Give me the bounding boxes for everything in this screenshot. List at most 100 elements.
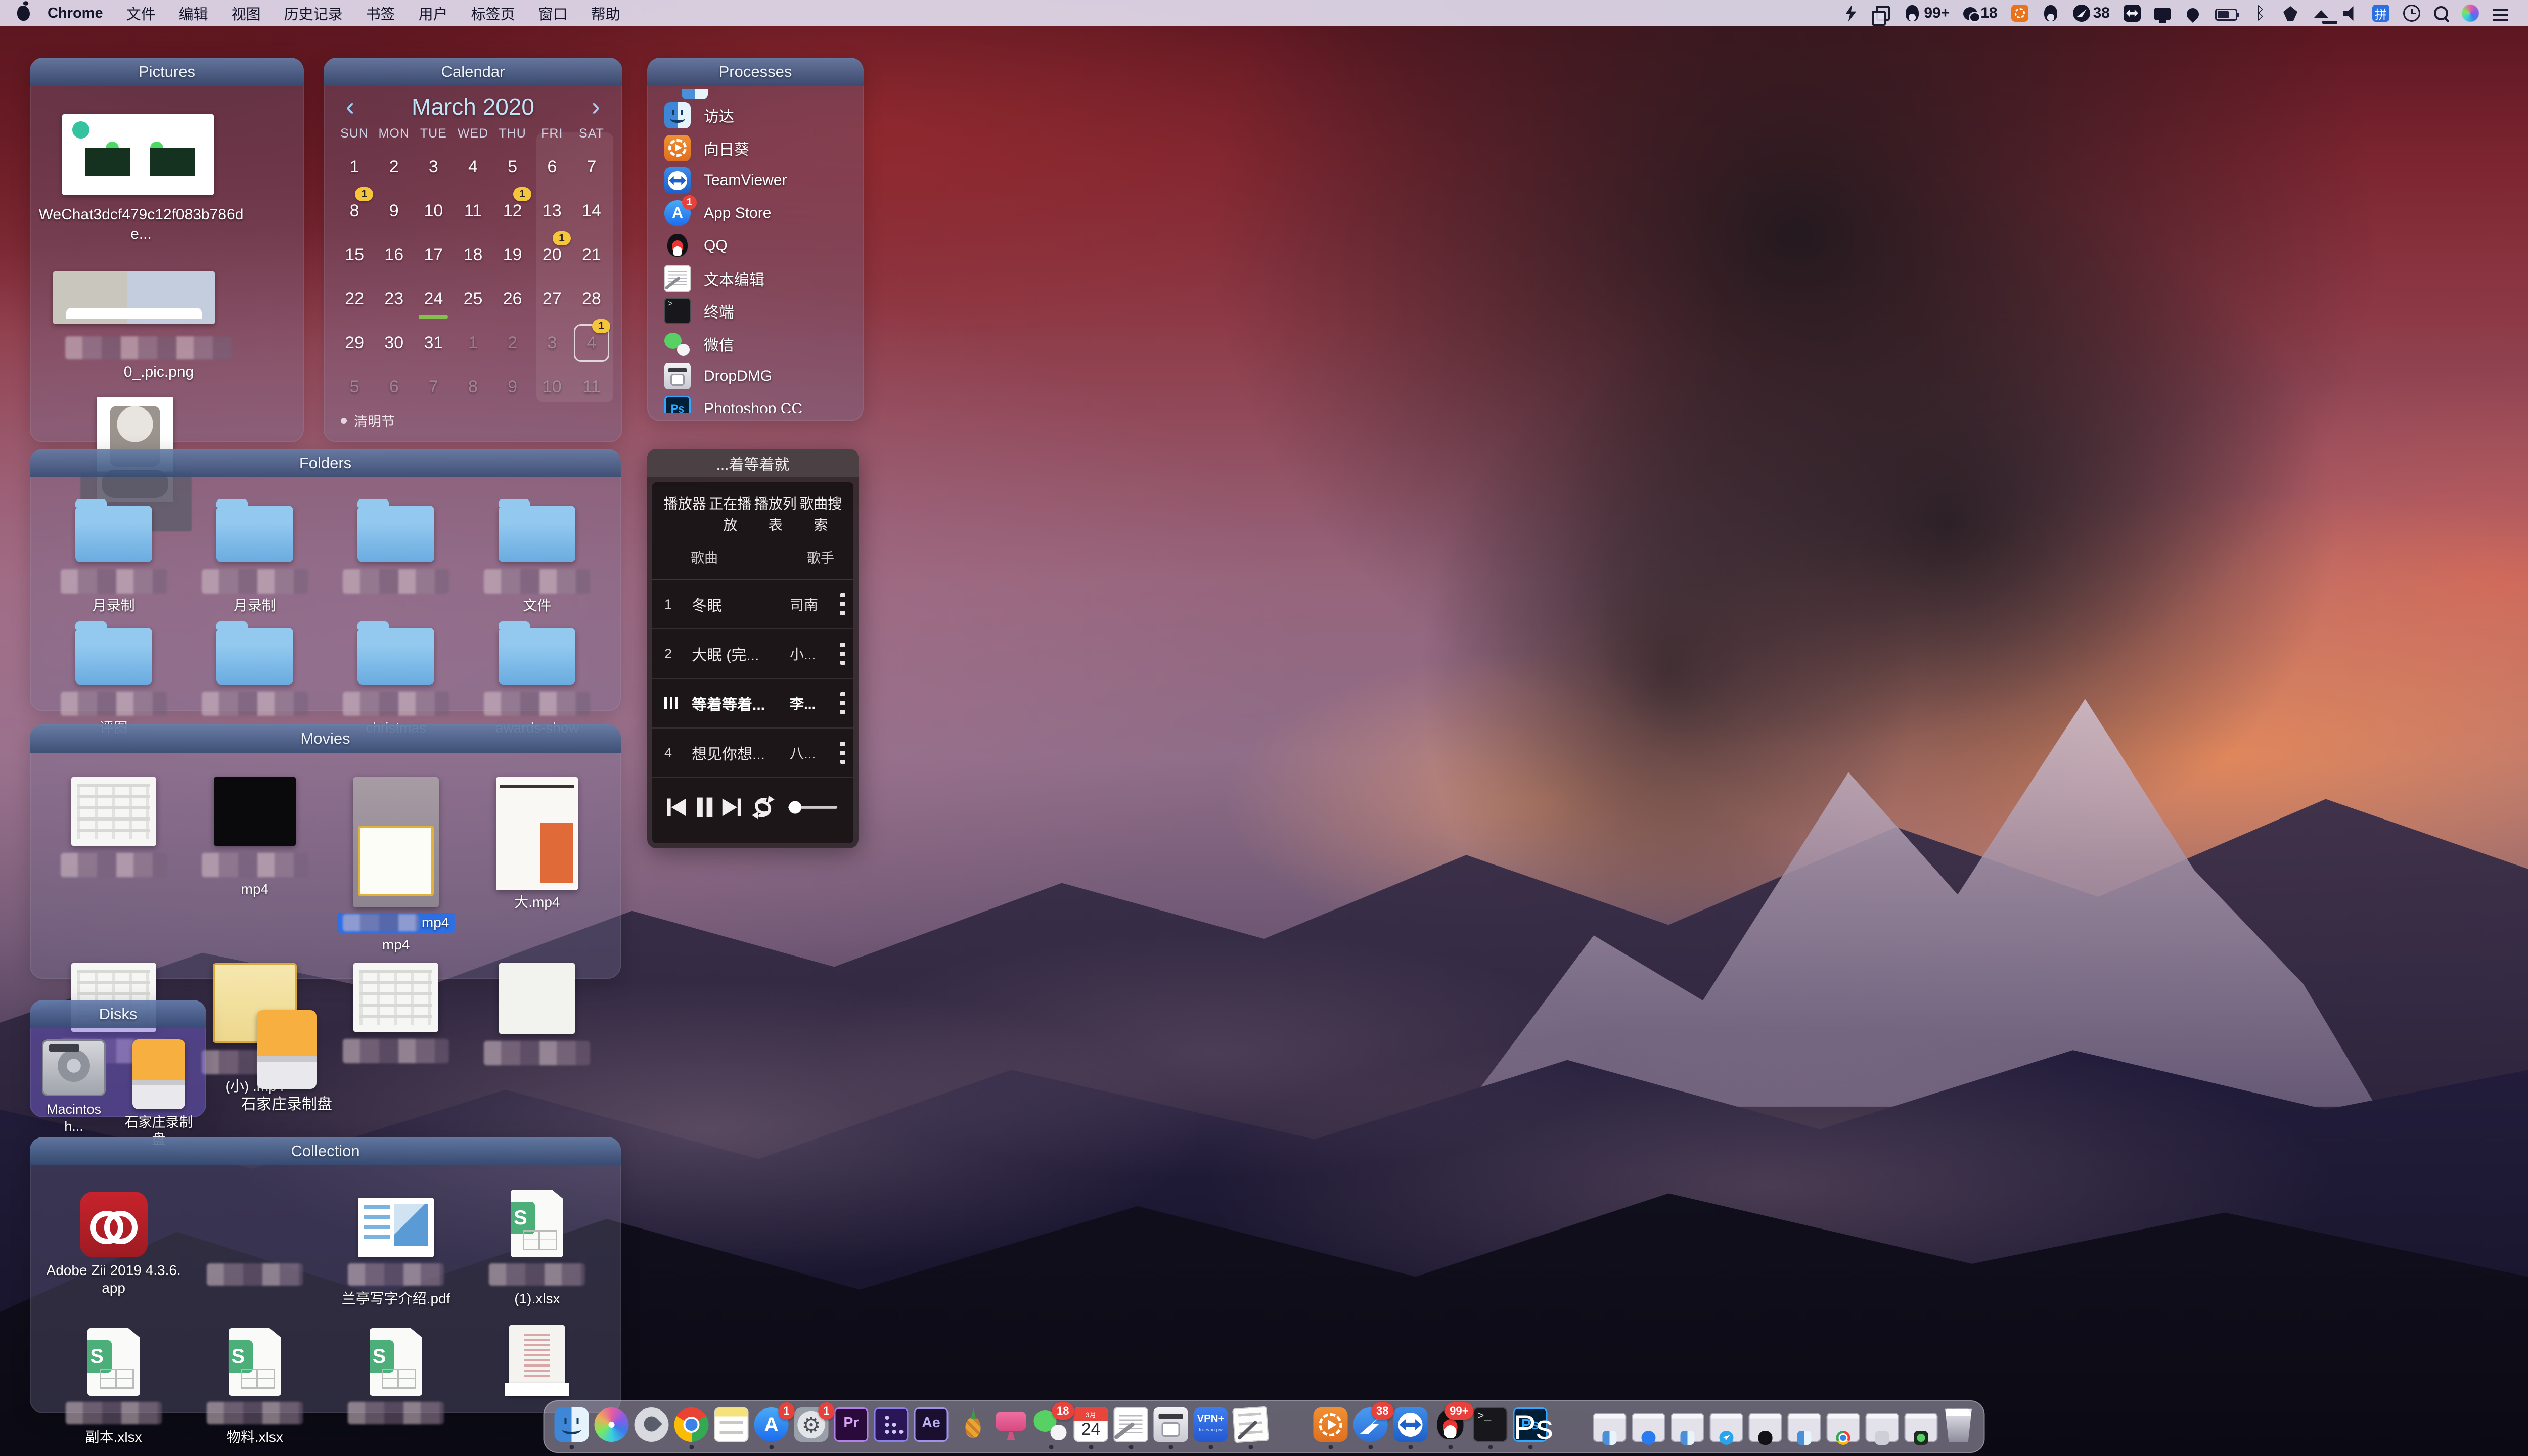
music-tab[interactable]: 歌曲搜 索	[798, 493, 844, 536]
wechat-screenshot-thumbnail[interactable]	[62, 114, 214, 195]
calendar-day[interactable]: 18	[453, 233, 492, 277]
dock-item[interactable]	[1671, 1413, 1704, 1442]
next-month-button[interactable]: ›	[589, 97, 603, 117]
movie-item[interactable]: mp4	[184, 768, 325, 954]
volume-slider[interactable]	[788, 801, 837, 813]
pictures-group-header[interactable]: Pictures	[30, 58, 304, 86]
collection-item[interactable]: Adobe Zii 2019 4.3.6.app	[43, 1175, 184, 1309]
dock-item[interactable]	[1553, 1407, 1588, 1442]
dock-item[interactable]	[714, 1407, 749, 1442]
movies-group-header[interactable]: Movies	[30, 724, 621, 753]
movie-item[interactable]: mp4 mp4	[326, 768, 467, 954]
calendar-day[interactable]: 8	[453, 365, 492, 409]
menu-item[interactable]: 文件	[115, 3, 167, 24]
playlist-row[interactable]: 4 想见你想... 八...	[652, 729, 853, 778]
dock-item[interactable]: 1	[754, 1407, 789, 1442]
calendar-day[interactable]: 2	[374, 145, 414, 189]
playlist-row[interactable]: 2 大眠 (完... 小...	[652, 629, 853, 679]
dock-item[interactable]	[1114, 1407, 1148, 1442]
dock-item[interactable]	[1593, 1413, 1627, 1442]
calendar-day[interactable]: 30	[374, 321, 414, 365]
folders-group-header[interactable]: Folders	[30, 449, 621, 477]
dock-item[interactable]	[1827, 1413, 1860, 1442]
calendar-day[interactable]: 19	[493, 233, 532, 277]
status-item[interactable]: 18	[1960, 5, 2000, 22]
more-options-icon[interactable]	[840, 692, 845, 714]
processes-group-header[interactable]: Processes	[647, 58, 864, 86]
process-item[interactable]: 1 App Store	[664, 197, 864, 230]
status-item[interactable]	[2340, 5, 2362, 22]
dock-item[interactable]	[1749, 1413, 1782, 1442]
dock-item[interactable]	[1393, 1407, 1428, 1442]
folder-item[interactable]: 评图	[43, 615, 184, 737]
playlist-row[interactable]: 1 冬眠 司南	[652, 580, 853, 629]
calendar-day[interactable]: 5	[335, 365, 374, 409]
dock-item[interactable]: 3月 24	[1074, 1407, 1108, 1442]
status-item[interactable]	[2181, 6, 2204, 20]
calendar-day[interactable]: 14	[572, 189, 611, 233]
calendar-day[interactable]: 4 1	[572, 321, 611, 365]
menu-item[interactable]: 标签页	[460, 3, 527, 24]
dock-item[interactable]	[1632, 1413, 1665, 1442]
calendar-day[interactable]: 9	[374, 189, 414, 233]
pause-button[interactable]	[697, 798, 712, 817]
collection-item[interactable]: (1).xlsx	[467, 1175, 608, 1309]
repeat-button[interactable]	[752, 796, 775, 820]
process-item[interactable]: DropDMG	[664, 360, 864, 393]
disk-item[interactable]: 石家庄录制盘	[123, 1039, 195, 1149]
menu-item[interactable]: 历史记录	[273, 3, 354, 24]
more-options-icon[interactable]	[840, 643, 845, 665]
menu-item[interactable]: Chrome	[36, 5, 115, 22]
calendar-day[interactable]: 11	[572, 365, 611, 409]
apple-menu-icon[interactable]	[17, 6, 30, 21]
more-options-icon[interactable]	[840, 593, 845, 615]
calendar-day[interactable]: 26	[493, 277, 532, 321]
calendar-day[interactable]: 27	[532, 277, 572, 321]
menu-item[interactable]: 用户	[407, 3, 460, 24]
dock-item[interactable]	[994, 1407, 1028, 1442]
next-button[interactable]	[723, 799, 741, 816]
menu-item[interactable]: 视图	[220, 3, 273, 24]
status-item[interactable]: 38	[2070, 5, 2113, 22]
folder-item[interactable]: 文件	[467, 492, 608, 615]
process-item[interactable]: TeamViewer	[664, 164, 864, 197]
process-item[interactable]: Photoshop CC	[664, 393, 864, 413]
dock-item[interactable]: Ae	[914, 1407, 949, 1442]
menu-item[interactable]: 窗口	[527, 3, 579, 24]
dock-item[interactable]: 1	[794, 1407, 829, 1442]
dock-item[interactable]	[595, 1407, 629, 1442]
calendar-day[interactable]: 9	[493, 365, 532, 409]
dock-item[interactable]: 18	[1034, 1407, 1068, 1442]
status-item[interactable]	[2212, 6, 2240, 21]
calendar-day[interactable]: 3	[414, 145, 453, 189]
dock-item[interactable]	[1866, 1413, 1899, 1442]
process-item[interactable]: 终端	[664, 295, 864, 328]
folder-item[interactable]: 月录制	[184, 492, 325, 615]
folder-item[interactable]	[184, 615, 325, 737]
music-tab[interactable]: 播放列 表	[753, 493, 798, 536]
status-item[interactable]	[2248, 5, 2271, 22]
calendar-day[interactable]: 23	[374, 277, 414, 321]
dock-item[interactable]: Pr	[834, 1407, 869, 1442]
dock-item[interactable]	[635, 1407, 669, 1442]
dock-item[interactable]	[1788, 1413, 1821, 1442]
calendar-day[interactable]: 7	[572, 145, 611, 189]
dock-item[interactable]	[674, 1407, 709, 1442]
dock-item[interactable]	[1234, 1407, 1268, 1442]
movie-item[interactable]	[326, 954, 467, 1096]
status-item[interactable]	[1839, 5, 1862, 22]
calendar-day[interactable]: 6	[532, 145, 572, 189]
calendar-day[interactable]: 17	[414, 233, 453, 277]
status-item[interactable]: 拼	[2369, 5, 2392, 22]
desktop-disk-item[interactable]: 石家庄录制盘	[236, 1010, 337, 1114]
music-tab[interactable]: 正在播 放	[708, 493, 753, 536]
menu-item[interactable]: 编辑	[167, 3, 220, 24]
status-item[interactable]: 99+	[1901, 5, 1953, 22]
folder-item[interactable]: awards-show	[467, 615, 608, 737]
menu-item[interactable]: 书签	[354, 3, 407, 24]
dock-item[interactable]	[1154, 1407, 1188, 1442]
prev-month-button[interactable]: ‹	[343, 97, 357, 117]
calendar-group-header[interactable]: Calendar	[324, 58, 622, 86]
process-item[interactable]: 向日葵	[664, 132, 864, 165]
status-item[interactable]	[2400, 5, 2423, 22]
